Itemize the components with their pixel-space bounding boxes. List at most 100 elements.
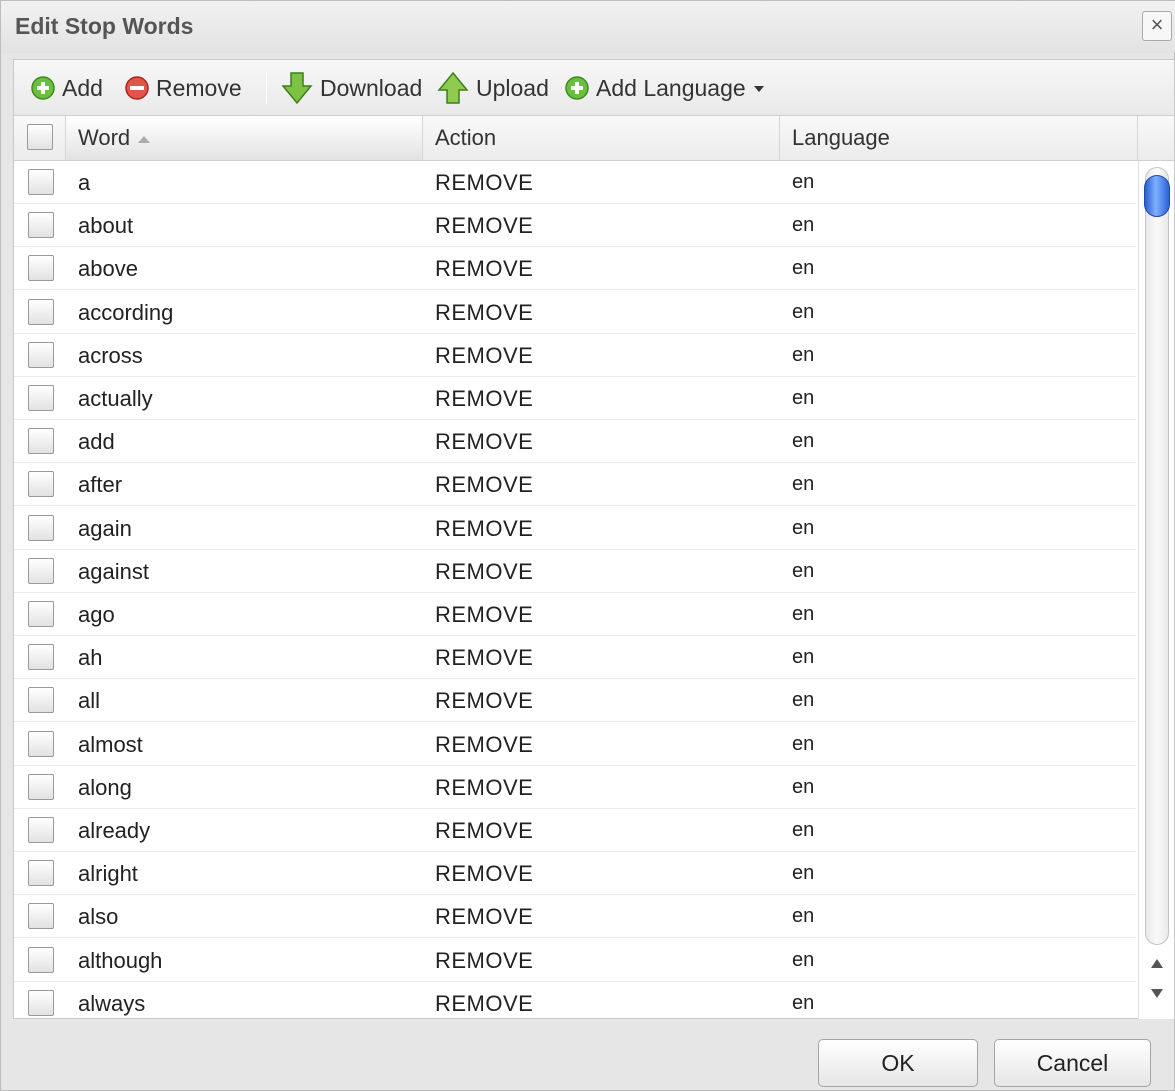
table-row[interactable]: across REMOVE en bbox=[14, 334, 1136, 377]
remove-button[interactable]: Remove bbox=[124, 70, 242, 106]
cell-word: according bbox=[78, 299, 174, 325]
cell-word: alright bbox=[78, 861, 138, 887]
row-checkbox[interactable] bbox=[28, 773, 54, 800]
cell-action: REMOVE bbox=[435, 213, 534, 239]
row-checkbox[interactable] bbox=[28, 428, 54, 455]
sort-ascending-icon bbox=[138, 135, 151, 143]
row-checkbox[interactable] bbox=[28, 514, 54, 541]
table-row[interactable]: a REMOVE en bbox=[14, 161, 1136, 204]
row-checkbox[interactable] bbox=[28, 903, 54, 930]
cell-word: about bbox=[78, 213, 134, 239]
cell-action: REMOVE bbox=[435, 299, 534, 325]
row-checkbox[interactable] bbox=[28, 169, 54, 195]
dialog-titlebar[interactable]: Edit Stop Words × bbox=[1, 1, 1175, 53]
cell-language: en bbox=[792, 732, 815, 755]
scrollbar-track[interactable] bbox=[1145, 167, 1169, 945]
table-row[interactable]: add REMOVE en bbox=[14, 420, 1136, 464]
table-row[interactable]: according REMOVE en bbox=[14, 291, 1136, 334]
chevron-down-icon bbox=[753, 86, 764, 92]
add-language-label: Add Language bbox=[596, 74, 746, 101]
column-header-action[interactable]: Action bbox=[423, 116, 780, 160]
ok-button[interactable]: OK bbox=[818, 1039, 978, 1087]
table-row[interactable]: almost REMOVE en bbox=[14, 723, 1136, 766]
row-checkbox[interactable] bbox=[28, 471, 54, 498]
table-row[interactable]: always REMOVE en bbox=[14, 982, 1136, 1019]
row-checkbox[interactable] bbox=[28, 341, 54, 368]
column-header-word-label: Word bbox=[78, 125, 131, 150]
edit-stop-words-dialog: Edit Stop Words × Add Remove Download Up… bbox=[0, 0, 1175, 1091]
row-checkbox[interactable] bbox=[28, 946, 54, 973]
table-row[interactable]: already REMOVE en bbox=[14, 809, 1136, 852]
add-icon bbox=[31, 76, 55, 100]
table-row[interactable]: after REMOVE en bbox=[14, 463, 1136, 507]
table-row[interactable]: alright REMOVE en bbox=[14, 852, 1136, 896]
cell-word: always bbox=[78, 990, 146, 1016]
table-row[interactable]: also REMOVE en bbox=[14, 895, 1136, 939]
row-checkbox[interactable] bbox=[28, 687, 54, 714]
cell-language: en bbox=[792, 214, 815, 237]
cell-word: across bbox=[78, 342, 143, 368]
upload-label: Upload bbox=[476, 74, 549, 101]
add-language-button[interactable]: Add Language bbox=[564, 70, 764, 106]
download-button[interactable]: Download bbox=[280, 70, 422, 106]
download-label: Download bbox=[320, 74, 423, 101]
download-arrow-icon bbox=[281, 72, 313, 105]
cell-language: en bbox=[792, 603, 815, 625]
row-checkbox[interactable] bbox=[28, 730, 54, 757]
cell-action: REMOVE bbox=[435, 558, 534, 584]
select-all-checkbox[interactable] bbox=[27, 124, 53, 150]
row-checkbox[interactable] bbox=[28, 989, 54, 1016]
cell-action: REMOVE bbox=[435, 342, 534, 368]
cell-language: en bbox=[792, 689, 815, 712]
vertical-scrollbar[interactable] bbox=[1138, 161, 1174, 1019]
table-row[interactable]: ago REMOVE en bbox=[14, 593, 1136, 636]
cell-word: after bbox=[78, 472, 123, 498]
row-checkbox[interactable] bbox=[28, 817, 54, 843]
row-checkbox[interactable] bbox=[28, 255, 54, 282]
cancel-button[interactable]: Cancel bbox=[994, 1039, 1151, 1087]
cell-word: ago bbox=[78, 602, 115, 627]
upload-arrow-icon bbox=[437, 71, 469, 104]
table-row[interactable]: all REMOVE en bbox=[14, 679, 1136, 723]
cell-word: also bbox=[78, 904, 119, 930]
cell-word: all bbox=[78, 688, 101, 714]
row-checkbox[interactable] bbox=[28, 298, 54, 325]
remove-icon bbox=[125, 76, 149, 100]
table-row[interactable]: actually REMOVE en bbox=[14, 377, 1136, 420]
row-checkbox[interactable] bbox=[28, 860, 54, 887]
table-row[interactable]: along REMOVE en bbox=[14, 766, 1136, 809]
grid-body: a REMOVE en about REMOVE en above REMOVE en accor… bbox=[14, 161, 1136, 1019]
close-button[interactable]: × bbox=[1142, 11, 1172, 41]
row-checkbox[interactable] bbox=[28, 644, 54, 671]
cell-word: along bbox=[78, 774, 132, 800]
column-header-word[interactable]: Word bbox=[66, 116, 423, 160]
row-checkbox[interactable] bbox=[28, 557, 54, 584]
row-checkbox[interactable] bbox=[28, 601, 54, 627]
column-header-language[interactable]: Language bbox=[780, 116, 1138, 160]
row-checkbox[interactable] bbox=[28, 212, 54, 239]
cell-word: already bbox=[78, 818, 151, 843]
cell-action: REMOVE bbox=[435, 861, 534, 887]
scroll-up-arrow-icon[interactable] bbox=[1151, 959, 1163, 968]
table-row[interactable]: ah REMOVE en bbox=[14, 636, 1136, 680]
cell-action: REMOVE bbox=[435, 818, 534, 843]
cell-action: REMOVE bbox=[435, 515, 534, 541]
scroll-down-arrow-icon[interactable] bbox=[1151, 989, 1163, 998]
add-language-icon bbox=[565, 76, 589, 100]
cell-action: REMOVE bbox=[435, 170, 534, 195]
table-row[interactable]: about REMOVE en bbox=[14, 204, 1136, 248]
scrollbar-thumb[interactable] bbox=[1144, 175, 1170, 217]
table-row[interactable]: although REMOVE en bbox=[14, 939, 1136, 982]
cell-language: en bbox=[792, 905, 815, 928]
cell-action: REMOVE bbox=[435, 386, 534, 411]
cell-action: REMOVE bbox=[435, 774, 534, 800]
cell-action: REMOVE bbox=[435, 688, 534, 714]
table-row[interactable]: again REMOVE en bbox=[14, 507, 1136, 550]
header-select-all-cell bbox=[14, 116, 66, 160]
upload-button[interactable]: Upload bbox=[436, 70, 549, 106]
add-button[interactable]: Add bbox=[30, 70, 103, 106]
table-row[interactable]: against REMOVE en bbox=[14, 550, 1136, 593]
cell-language: en bbox=[792, 775, 815, 798]
table-row[interactable]: above REMOVE en bbox=[14, 247, 1136, 291]
row-checkbox[interactable] bbox=[28, 385, 54, 411]
